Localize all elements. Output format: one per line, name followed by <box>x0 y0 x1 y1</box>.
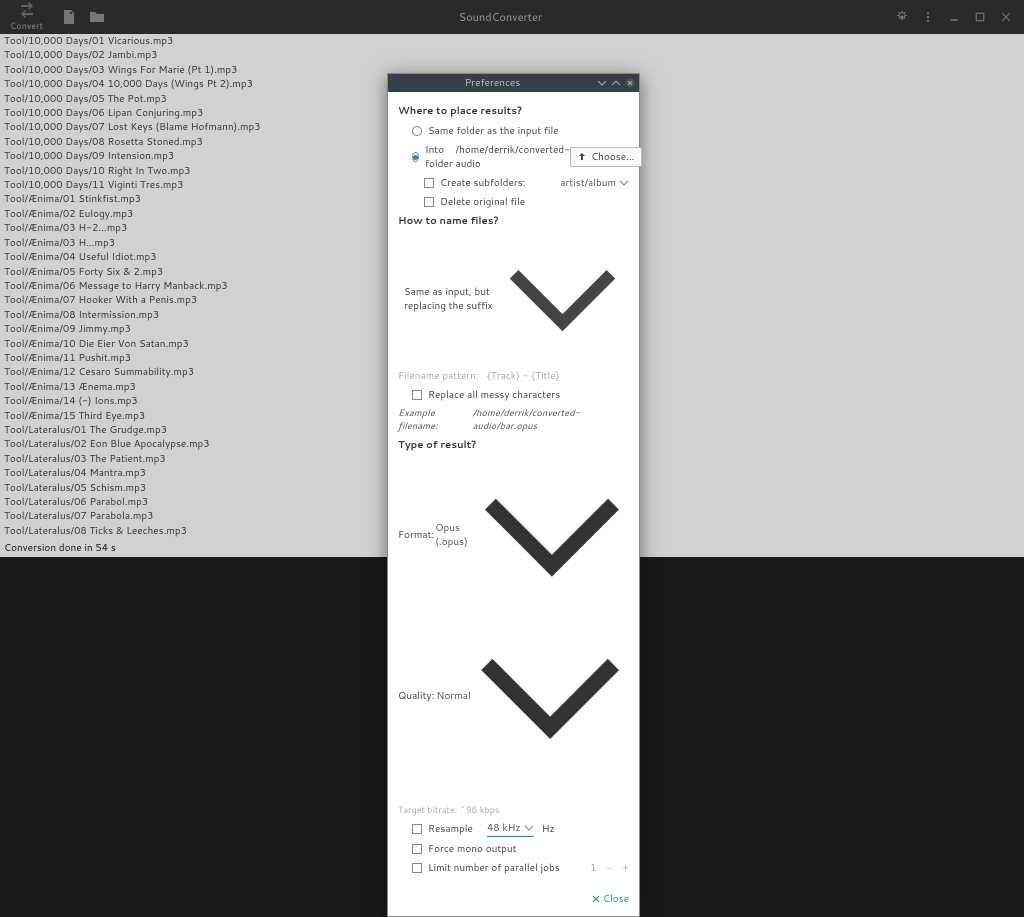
window-minimize[interactable] <box>948 6 960 29</box>
checkbox-icon <box>424 178 434 188</box>
radio-icon <box>412 152 419 162</box>
quality-dropdown[interactable]: Normal <box>436 689 470 703</box>
close-button[interactable]: Close <box>592 892 629 906</box>
kebab-icon <box>922 11 934 23</box>
resample-value: 48 kHz <box>487 821 521 835</box>
quality-label: Quality: <box>398 689 436 703</box>
force-mono-row[interactable]: Force mono output <box>398 842 629 856</box>
format-label: Format: <box>398 528 435 542</box>
example-label: Example filename: <box>398 407 470 433</box>
pattern-hint-value: {Track} - {Title} <box>487 369 560 383</box>
convert-button[interactable]: Convert <box>4 0 49 34</box>
dialog-titlebar[interactable]: Preferences <box>388 74 639 92</box>
subfolder-pattern-value: artist/album <box>560 176 616 190</box>
target-bitrate: Target bitrate: ~96 kbps <box>398 803 629 816</box>
window-close[interactable] <box>1000 6 1012 29</box>
pattern-hint-label: Filename pattern: <box>398 369 479 383</box>
format-row: Format: Opus (.opus) <box>398 458 629 612</box>
quality-value: Normal <box>436 689 470 703</box>
create-subfolders-row[interactable]: Create subfolders: artist/album <box>398 176 629 190</box>
replace-messy-row[interactable]: Replace all messy characters <box>398 388 629 402</box>
create-subfolders-label: Create subfolders: <box>440 176 526 190</box>
replace-messy-label: Replace all messy characters <box>428 388 560 402</box>
menu-button[interactable] <box>922 6 934 29</box>
naming-mode-dropdown[interactable]: Same as input, but replacing the suffix <box>398 234 629 363</box>
section-where-header: Where to place results? <box>398 104 629 118</box>
dialog-maximize[interactable] <box>611 78 621 88</box>
dialog-minimize[interactable] <box>597 78 607 88</box>
add-file-button[interactable] <box>61 9 77 25</box>
filename-pattern-row: Filename pattern: {Track} - {Title} <box>398 369 629 383</box>
delete-original-row[interactable]: Delete original file <box>398 195 629 209</box>
delete-original-label: Delete original file <box>440 195 525 209</box>
window-maximize[interactable] <box>974 6 986 29</box>
jobs-value: 1 <box>590 861 596 875</box>
choose-label: Choose… <box>591 150 634 164</box>
format-dropdown[interactable]: Opus (.opus) <box>435 521 475 549</box>
chevron-down-icon <box>475 458 629 612</box>
preferences-dialog: Preferences Where to place results? Same… <box>387 73 640 917</box>
convert-icon <box>19 2 35 18</box>
minimize-icon <box>948 11 960 23</box>
app-title: SoundConverter <box>105 9 896 25</box>
checkbox-icon <box>412 390 422 400</box>
checkbox-icon <box>412 863 422 873</box>
settings-button[interactable] <box>896 6 908 29</box>
quality-row: Quality: Normal <box>398 617 629 775</box>
chevron-down-icon <box>524 823 534 833</box>
radio-same-folder-label: Same folder as the input file <box>428 124 559 138</box>
close-icon <box>625 78 635 88</box>
dialog-close[interactable] <box>625 78 635 88</box>
force-mono-label: Force mono output <box>428 842 516 856</box>
limit-jobs-row[interactable]: Limit number of parallel jobs 1 − + <box>398 861 629 875</box>
folder-icon <box>89 9 105 25</box>
radio-into-folder[interactable]: Into folder /home/derrik/converted-audio… <box>398 143 629 171</box>
limit-jobs-label: Limit number of parallel jobs <box>428 861 560 875</box>
dialog-title: Preferences <box>392 76 593 90</box>
add-folder-button[interactable] <box>89 9 105 25</box>
resample-value-dropdown[interactable]: 48 kHz <box>487 821 534 837</box>
radio-icon <box>412 126 422 136</box>
resample-unit: Hz <box>542 822 555 836</box>
checkbox-icon <box>412 844 422 854</box>
section-how-name-header: How to name files? <box>398 214 629 228</box>
chevron-down-icon <box>471 617 629 775</box>
gear-icon <box>896 11 908 23</box>
example-filename-row: Example filename: /home/derrik/converted… <box>398 407 629 433</box>
file-plus-icon <box>61 9 77 25</box>
resample-row[interactable]: Resample 48 kHz Hz <box>398 821 629 837</box>
list-item[interactable]: Tool/10,000 Days/02 Jambi.mp3 <box>0 48 1024 62</box>
convert-label: Convert <box>10 19 43 32</box>
close-label: Close <box>603 892 629 906</box>
subfolder-pattern-dropdown[interactable]: artist/album <box>560 176 629 190</box>
status-text: Conversion done in 54 s <box>4 541 116 555</box>
example-value: /home/derrik/converted-audio/bar.opus <box>472 407 629 433</box>
chevron-down-icon <box>619 178 629 188</box>
format-value: Opus (.opus) <box>435 521 475 549</box>
close-icon <box>592 895 600 903</box>
upload-icon <box>577 152 587 162</box>
choose-folder-button[interactable]: Choose… <box>570 147 641 167</box>
close-icon <box>1000 11 1012 23</box>
into-folder-path: /home/derrik/converted-audio <box>456 143 571 171</box>
section-type-header: Type of result? <box>398 438 629 452</box>
checkbox-icon <box>412 824 422 834</box>
naming-mode-value: Same as input, but replacing the suffix <box>404 285 502 313</box>
chevron-down-icon <box>502 238 623 359</box>
chevron-down-icon <box>597 78 607 88</box>
chevron-up-icon <box>611 78 621 88</box>
jobs-decrement[interactable]: − <box>607 861 613 875</box>
checkbox-icon <box>424 197 434 207</box>
maximize-icon <box>974 11 986 23</box>
jobs-increment[interactable]: + <box>622 861 629 875</box>
radio-into-folder-prefix: Into folder <box>425 143 453 171</box>
resample-label: Resample <box>428 822 473 836</box>
topbar: Convert SoundConverter <box>0 0 1024 34</box>
list-item[interactable]: Tool/10,000 Days/01 Vicarious.mp3 <box>0 34 1024 48</box>
radio-same-folder[interactable]: Same folder as the input file <box>398 124 629 138</box>
